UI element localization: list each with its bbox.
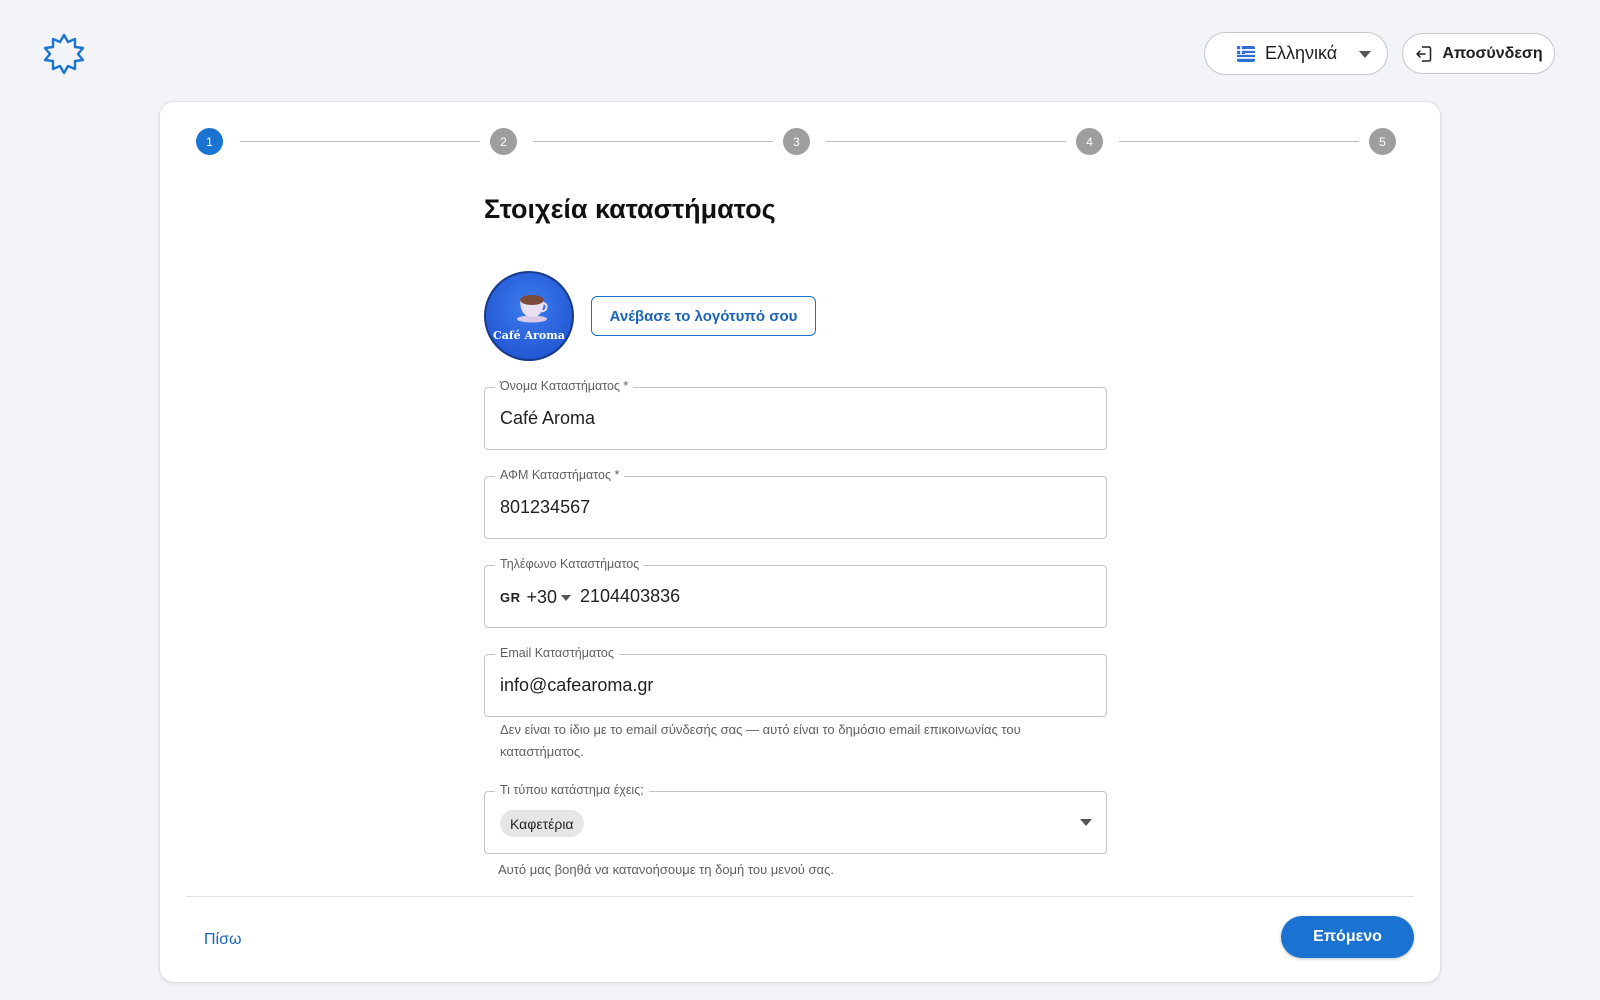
app-logo-icon [42, 32, 86, 76]
dial-code: +30 [526, 587, 558, 607]
page-title: Στοιχεία καταστήματος [484, 194, 776, 224]
step-3: 3 [783, 128, 810, 155]
logout-icon [1416, 45, 1432, 62]
stepper: 1 2 3 4 5 [196, 128, 1400, 156]
store-name-field[interactable]: Όνομα Καταστήματος * Café Aroma [484, 379, 1107, 450]
country-code: GR [500, 590, 521, 605]
phone-field[interactable]: Τηλέφωνο Καταστήματος GR +30 2104403836 [484, 557, 1107, 628]
phone-label: Τηλέφωνο Καταστήματος [495, 557, 645, 571]
email-field[interactable]: Email Καταστήματος info@cafearoma.gr [484, 646, 1107, 717]
country-code-select[interactable]: GR +30 [500, 587, 572, 608]
email-label: Email Καταστήματος [495, 646, 619, 660]
chevron-down-icon[interactable] [1080, 819, 1092, 826]
step-5: 5 [1369, 128, 1396, 155]
step-connector [240, 141, 480, 142]
store-name-value[interactable]: Café Aroma [500, 408, 1090, 429]
onboarding-card: 1 2 3 4 5 Στοιχεία καταστήματος Café Aro… [160, 102, 1440, 982]
phone-number-value[interactable]: 2104403836 [580, 586, 680, 607]
store-name-label: Όνομα Καταστήματος * [495, 379, 634, 393]
logout-label: Αποσύνδεση [1442, 44, 1543, 62]
upload-logo-button[interactable]: Ανέβασε το λογότυπό σου [591, 296, 816, 336]
vat-value[interactable]: 801234567 [500, 497, 1090, 518]
step-connector [1119, 141, 1359, 142]
step-1: 1 [196, 128, 223, 155]
step-4: 4 [1076, 128, 1103, 155]
store-type-label: Τι τύπου κατάστημα έχεις; [495, 783, 649, 797]
store-type-select[interactable]: Τι τύπου κατάστημα έχεις; Καφετέρια [484, 783, 1107, 854]
language-select[interactable]: Ελληνικά [1204, 32, 1388, 75]
store-logo-text: Café Aroma [493, 329, 565, 342]
email-helper-text: Δεν είναι το ίδιο με το email σύνδεσής σ… [500, 719, 1021, 763]
back-button[interactable]: Πίσω [204, 925, 241, 955]
store-type-chip[interactable]: Καφετέρια [500, 810, 584, 837]
store-type-helper-text: Αυτό μας βοηθά να κατανοήσουμε τη δομή τ… [498, 862, 834, 877]
store-logo-avatar: Café Aroma [484, 271, 574, 361]
footer-divider [186, 896, 1414, 897]
step-connector [826, 141, 1066, 142]
next-button[interactable]: Επόμενο [1281, 916, 1414, 958]
email-helper-line-2: καταστήματος. [500, 744, 584, 759]
vat-label: ΑΦΜ Καταστήματος * [495, 468, 625, 482]
chevron-down-icon [1359, 51, 1371, 58]
step-connector [533, 141, 773, 142]
step-2: 2 [490, 128, 517, 155]
coffee-cup-icon [517, 295, 548, 323]
email-value[interactable]: info@cafearoma.gr [500, 675, 1090, 696]
chevron-down-icon [561, 594, 572, 601]
language-select-value: Ελληνικά [1265, 43, 1338, 63]
vat-field[interactable]: ΑΦΜ Καταστήματος * 801234567 [484, 468, 1107, 539]
logout-button[interactable]: Αποσύνδεση [1402, 33, 1555, 74]
email-helper-line-1: Δεν είναι το ίδιο με το email σύνδεσής σ… [500, 722, 1021, 737]
greece-flag-icon [1237, 45, 1255, 62]
